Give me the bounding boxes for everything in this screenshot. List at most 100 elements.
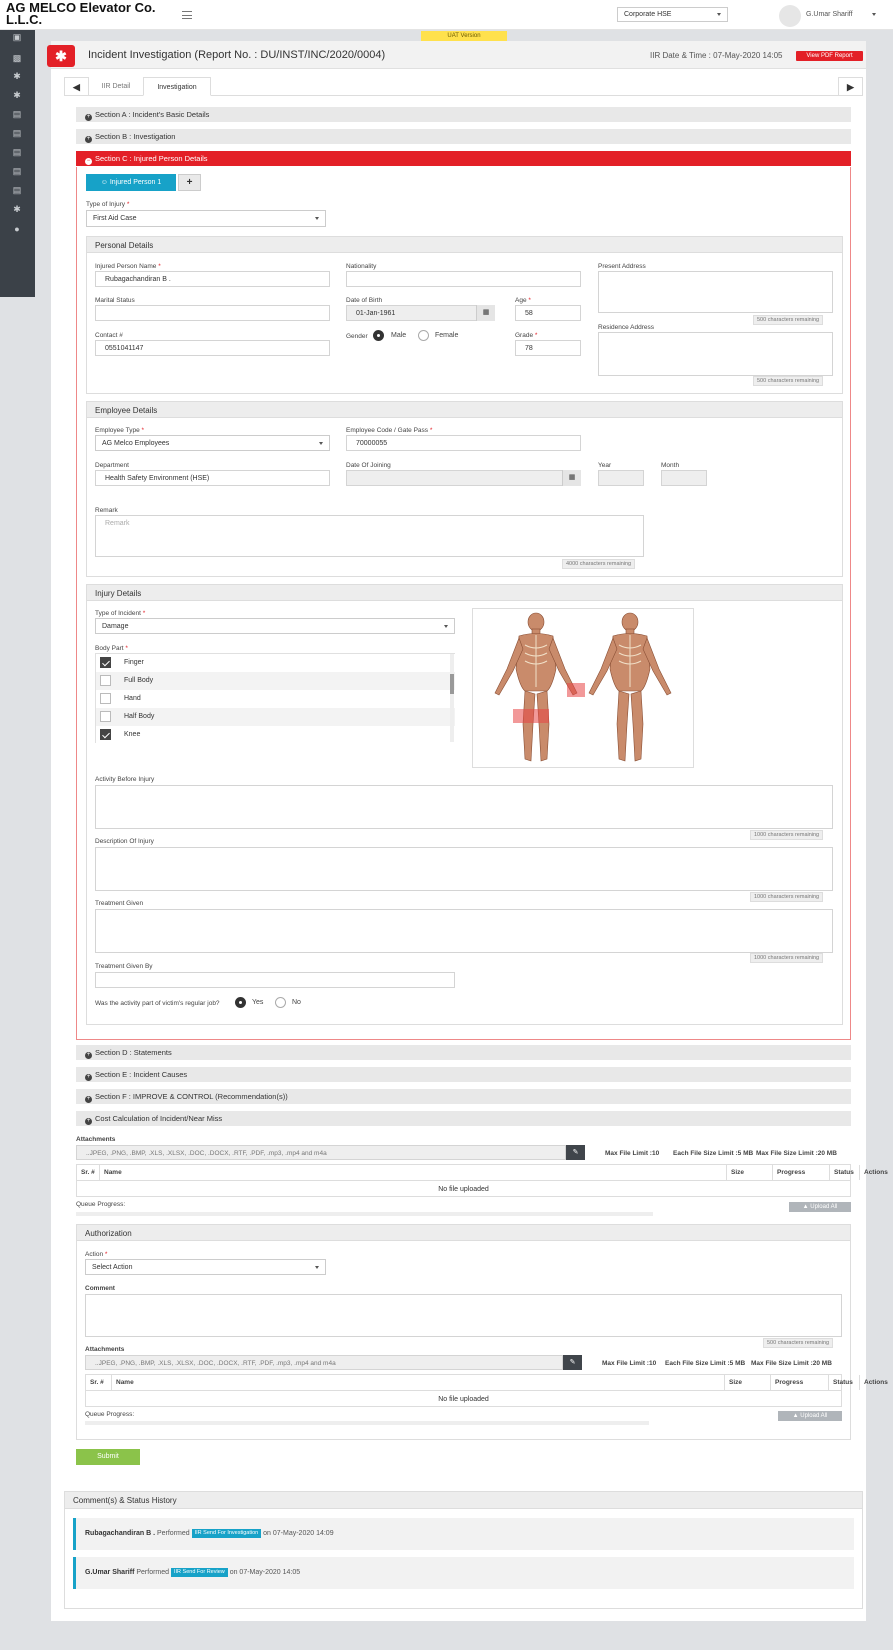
action-select[interactable]: Select Action [85, 1259, 326, 1275]
list-item[interactable]: Knee [96, 726, 455, 744]
chevron-down-icon[interactable] [872, 13, 876, 16]
dob-field[interactable]: 01-Jan-1961 [346, 305, 495, 321]
col-status: Status [830, 1165, 860, 1180]
tab-investigation[interactable]: Investigation [143, 77, 211, 96]
menu-toggle-icon[interactable] [182, 11, 192, 19]
anatomy-illustration [494, 612, 672, 762]
month-field[interactable] [661, 470, 707, 486]
contact-field[interactable]: 0551041147 [95, 340, 330, 356]
col-progress: Progress [773, 1165, 830, 1180]
marital-status-field[interactable] [95, 305, 330, 321]
comment-label: Comment [85, 1285, 115, 1292]
checkbox[interactable] [100, 657, 111, 668]
type-of-injury-select[interactable]: First Aid Case [86, 210, 326, 227]
employee-code-field[interactable]: 70000055 [346, 435, 581, 451]
list-item[interactable]: Full Body [96, 672, 455, 690]
calendar-icon[interactable]: ▦ [476, 305, 495, 321]
comment-counter: 500 characters remaining [763, 1338, 834, 1348]
regular-job-no-radio[interactable] [275, 997, 286, 1008]
checkbox[interactable] [100, 693, 111, 704]
activity-field[interactable] [95, 785, 833, 829]
max-file-limit: Max File Limit :10 [605, 1150, 660, 1157]
col-actions: Actions [864, 1169, 888, 1176]
contact-label: Contact # [95, 332, 123, 339]
age-field[interactable]: 58 [515, 305, 581, 321]
regular-job-yes-radio[interactable] [235, 997, 246, 1008]
comment-icon[interactable]: ● [12, 225, 22, 234]
body-part-scrollbar[interactable] [450, 654, 454, 742]
employee-type-select[interactable]: AG Melco Employees [95, 435, 330, 451]
view-pdf-button[interactable]: View PDF Report [796, 51, 863, 61]
tab-iir-detail[interactable]: IIR Detail [89, 77, 143, 96]
nationality-field[interactable] [346, 271, 581, 287]
tab-prev-icon[interactable]: ◀ [64, 77, 89, 96]
injured-name-field[interactable]: Rubagachandiran B . [95, 271, 330, 287]
gender-female-radio[interactable] [418, 330, 429, 341]
role-select[interactable]: Corporate HSE [617, 7, 728, 22]
running-icon[interactable]: ✱ [12, 91, 22, 100]
present-address-field[interactable] [598, 271, 833, 313]
id-card-icon[interactable]: ▤ [12, 110, 22, 119]
calendar-icon[interactable]: ▦ [562, 470, 581, 486]
yes-label: Yes [252, 999, 264, 1006]
person-icon[interactable]: ✱ [12, 205, 22, 214]
incident-type-select[interactable]: Damage [95, 618, 455, 634]
user-name[interactable]: G.Umar Shariff [806, 11, 853, 18]
residence-address-field[interactable] [598, 332, 833, 376]
section-b-header[interactable]: + Section B : Investigation [76, 129, 851, 144]
personal-details-heading: Personal Details [86, 236, 843, 253]
auth-upload-all-button[interactable]: ▲ Upload All [778, 1411, 842, 1421]
list-item[interactable]: Finger [96, 654, 455, 672]
body-diagram[interactable] [472, 608, 694, 768]
year-field[interactable] [598, 470, 644, 486]
upload-all-button[interactable]: ▲ Upload All [789, 1202, 851, 1212]
grade-field[interactable]: 78 [515, 340, 581, 356]
auth-attachments-label: Attachments [85, 1346, 125, 1353]
file-icon[interactable]: ▤ [12, 148, 22, 157]
auth-attachment-file-input[interactable]: ..JPEG, .PNG, .BMP, .XLS, .XLSX, .DOC, .… [85, 1355, 563, 1370]
auth-queue-progress-bar [85, 1421, 649, 1425]
body-part-name: Hand [124, 695, 141, 702]
col-size: Size [727, 1165, 773, 1180]
section-g-header[interactable]: + Cost Calculation of Incident/Near Miss [76, 1111, 851, 1126]
document-icon[interactable]: ▤ [12, 129, 22, 138]
attachment-file-input[interactable]: ..JPEG, .PNG, .BMP, .XLS, .XLSX, .DOC, .… [76, 1145, 566, 1160]
treatment-field[interactable] [95, 909, 833, 953]
list-item[interactable]: Half Body [96, 708, 455, 726]
remark-label: Remark [95, 507, 118, 514]
section-d-title: Section D : Statements [95, 1048, 172, 1057]
tab-next-icon[interactable]: ▶ [838, 77, 863, 96]
section-c-header[interactable]: − Section C : Injured Person Details [76, 151, 851, 166]
section-e-header[interactable]: + Section E : Incident Causes [76, 1067, 851, 1082]
action-value: Select Action [92, 1263, 133, 1271]
chart-icon[interactable]: ▩ [12, 54, 22, 63]
checkbox[interactable] [100, 711, 111, 722]
description-field[interactable] [95, 847, 833, 891]
section-a-header[interactable]: + Section A : Incident's Basic Details [76, 107, 851, 122]
list-item[interactable]: Hand [96, 690, 455, 708]
inbox-icon[interactable]: ▣ [12, 33, 22, 42]
avatar[interactable] [779, 5, 801, 27]
gender-male-radio[interactable] [373, 330, 384, 341]
paperclip-icon[interactable]: ✎ [566, 1145, 585, 1160]
comment-field[interactable] [85, 1294, 842, 1337]
authorization-heading: Authorization [76, 1224, 851, 1241]
scroll-thumb[interactable] [450, 674, 454, 694]
injured-person-tab[interactable]: ☺ Injured Person 1 [86, 174, 176, 191]
submit-button[interactable]: Submit [76, 1449, 140, 1465]
treatment-by-field[interactable] [95, 972, 455, 988]
checkbox[interactable] [100, 729, 111, 740]
paperclip-icon[interactable]: ✎ [563, 1355, 582, 1370]
section-f-header[interactable]: + Section F : IMPROVE & CONTROL (Recommen… [76, 1089, 851, 1104]
doj-field[interactable] [346, 470, 581, 486]
dob-label: Date of Birth [346, 297, 383, 304]
report-icon[interactable]: ▤ [12, 167, 22, 176]
add-person-button[interactable]: + [178, 174, 201, 191]
list-icon[interactable]: ▤ [12, 186, 22, 195]
walking-icon[interactable]: ✱ [12, 72, 22, 81]
checkbox[interactable] [100, 675, 111, 686]
department-field[interactable]: Health Safety Environment (HSE) [95, 470, 330, 486]
section-d-header[interactable]: + Section D : Statements [76, 1045, 851, 1060]
remark-field[interactable]: Remark [95, 515, 644, 557]
incident-logo-icon: ✱ [47, 45, 75, 67]
